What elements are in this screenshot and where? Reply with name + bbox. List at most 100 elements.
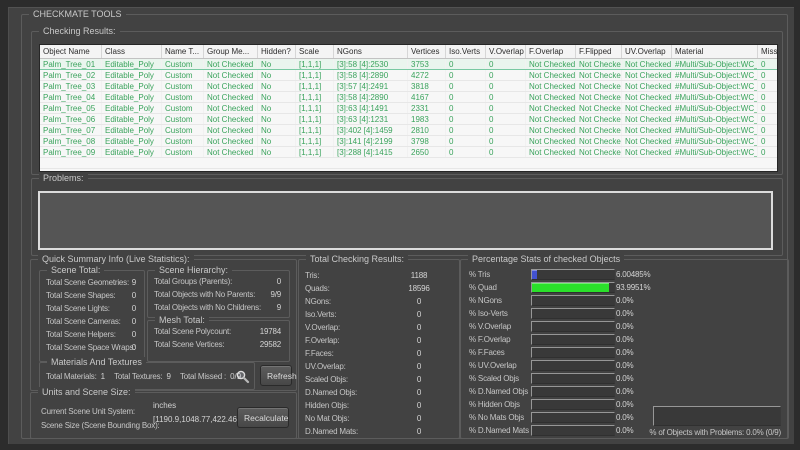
table-cell: Not Checked: [622, 125, 672, 136]
percentage-bar: [531, 295, 615, 306]
stat-value: 0: [132, 291, 136, 300]
column-header[interactable]: Group Me...: [204, 45, 258, 59]
column-header[interactable]: Scale: [296, 45, 334, 59]
refresh-button[interactable]: Refresh: [260, 365, 292, 386]
table-row[interactable]: Palm_Tree_08Editable_PolyCustomNot Check…: [40, 136, 778, 147]
stat-value: 0: [397, 310, 441, 319]
stat-value: 0: [397, 349, 441, 358]
table-cell: [576, 158, 622, 169]
column-header[interactable]: UV.Overlap: [622, 45, 672, 59]
table-cell: Palm_Tree_08: [40, 136, 102, 147]
table-cell: No: [258, 114, 296, 125]
table-cell: Custom: [162, 81, 204, 92]
percentage-row: % Tris6.00485%: [461, 268, 701, 281]
stat-label: No Mat Objs:: [305, 414, 349, 423]
table-row[interactable]: Palm_Tree_02Editable_PolyCustomNot Check…: [40, 70, 778, 81]
table-cell: 0: [758, 59, 779, 70]
table-cell: Not Checked: [204, 70, 258, 81]
column-header[interactable]: Class: [102, 45, 162, 59]
magnifier-icon: [235, 369, 250, 384]
table-row[interactable]: Palm_Tree_09Editable_PolyCustomNot Check…: [40, 147, 778, 158]
problems-label: Problems:: [39, 173, 88, 184]
column-header[interactable]: F.Flipped: [576, 45, 622, 59]
table-cell: [3]:402 [4]:1459: [334, 125, 408, 136]
column-header[interactable]: Material: [672, 45, 758, 59]
table-cell: #Multi/Sub-Object:WC_...: [672, 92, 758, 103]
table-cell: Not Checked: [526, 136, 576, 147]
table-cell: 0: [758, 147, 779, 158]
column-header[interactable]: Hidden?: [258, 45, 296, 59]
column-header[interactable]: NGons: [334, 45, 408, 59]
stat-value: 0: [397, 401, 441, 410]
table-cell: Not Checked: [204, 92, 258, 103]
table-cell: [486, 158, 526, 169]
view-missed-button[interactable]: [235, 369, 250, 384]
problems-listbox[interactable]: [38, 191, 773, 250]
units-label: Units and Scene Size:: [38, 387, 135, 398]
stat-row: Total Objects with No Parents:9/9: [148, 289, 289, 302]
table-cell: Custom: [162, 136, 204, 147]
table-cell: [3]:141 [4]:2199: [334, 136, 408, 147]
stat-label: Tris:: [305, 271, 319, 280]
problems-progress-bar: [653, 406, 781, 426]
table-cell: 0: [486, 59, 526, 70]
stat-value: 0: [277, 277, 281, 286]
table-cell: Not Checked: [576, 147, 622, 158]
table-row[interactable]: Palm_Tree_07Editable_PolyCustomNot Check…: [40, 125, 778, 136]
stat-row: Total Scene Polycount:19784: [148, 326, 289, 339]
checking-results-table[interactable]: Object NameClassName T...Group Me...Hidd…: [39, 44, 778, 172]
unit-system-value: inches: [153, 401, 176, 410]
stat-value: 0: [397, 297, 441, 306]
units-group: Units and Scene Size: Current Scene Unit…: [30, 392, 297, 439]
table-cell: [102, 169, 162, 173]
table-row[interactable]: Palm_Tree_01Editable_PolyCustomNot Check…: [40, 59, 778, 70]
stat-value: 9: [132, 278, 136, 287]
column-header[interactable]: Missing...: [758, 45, 779, 59]
total-textures-label: Total Textures:: [114, 372, 162, 381]
percentage-label: % D.Named Mats: [469, 426, 529, 435]
table-cell: [296, 158, 334, 169]
total-materials-value: 1: [101, 372, 105, 381]
table-cell: Editable_Poly: [102, 103, 162, 114]
stat-value: 0: [132, 304, 136, 313]
table-cell: Palm_Tree_05: [40, 103, 102, 114]
table-cell: #Multi/Sub-Object:WC_...: [672, 59, 758, 70]
table-cell: 0: [446, 92, 486, 103]
table-cell: Not Checked: [576, 92, 622, 103]
table-cell: Not Checked: [622, 136, 672, 147]
table-row[interactable]: Palm_Tree_04Editable_PolyCustomNot Check…: [40, 92, 778, 103]
percentage-row: % NGons0.0%: [461, 294, 701, 307]
column-header[interactable]: Iso.Verts: [446, 45, 486, 59]
column-header[interactable]: Object Name: [40, 45, 102, 59]
table-cell: [758, 169, 779, 173]
table-cell: [576, 169, 622, 173]
column-header[interactable]: V.Overlap: [486, 45, 526, 59]
percentage-bar-fill: [532, 270, 537, 279]
scene-size-value: [1190.9,1048.77,422.46]: [153, 415, 239, 424]
percentage-bar: [531, 269, 615, 280]
table-cell: [446, 158, 486, 169]
table-cell: Not Checked: [576, 70, 622, 81]
stat-label: F.Overlap:: [305, 336, 339, 345]
stat-row: Total Objects with No Childrens:9: [148, 302, 289, 315]
column-header[interactable]: F.Overlap: [526, 45, 576, 59]
percentage-bar: [531, 373, 615, 384]
stat-label: Total Scene Lights:: [46, 304, 110, 313]
quick-summary-group: Quick Summary Info (Live Statistics): Sc…: [30, 259, 297, 391]
table-cell: 0: [758, 81, 779, 92]
column-header[interactable]: Name T...: [162, 45, 204, 59]
table-row[interactable]: Palm_Tree_05Editable_PolyCustomNot Check…: [40, 103, 778, 114]
table-row[interactable]: Palm_Tree_03Editable_PolyCustomNot Check…: [40, 81, 778, 92]
materials-label: Materials And Textures: [47, 357, 146, 368]
table-cell: Not Checked: [622, 147, 672, 158]
table-cell: Palm_Tree_04: [40, 92, 102, 103]
table-cell: 0: [446, 136, 486, 147]
percentage-row: % D.Named Objs0.0%: [461, 385, 701, 398]
table-row[interactable]: Palm_Tree_06Editable_PolyCustomNot Check…: [40, 114, 778, 125]
table-header-row: Object NameClassName T...Group Me...Hidd…: [40, 45, 778, 59]
scene-total-label: Scene Total:: [47, 265, 104, 276]
recalculate-button[interactable]: Recalculate: [237, 407, 289, 428]
table-cell: 4167: [408, 92, 446, 103]
column-header[interactable]: Vertices: [408, 45, 446, 59]
percentage-value: 93.9951%: [616, 283, 650, 292]
